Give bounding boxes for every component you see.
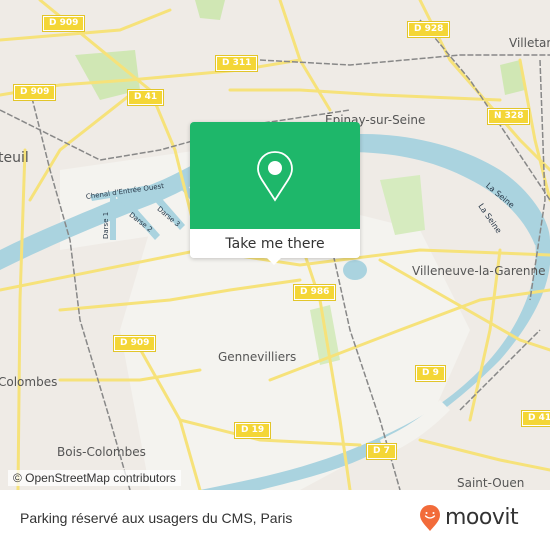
road-shield-n328: N 328 — [486, 108, 531, 125]
map-view[interactable]: teuil Épinay-sur-Seine Villetan Villeneu… — [0, 0, 550, 490]
road-shield-d909: D 909 — [12, 84, 57, 101]
map-pin-icon — [257, 151, 293, 202]
road-shield-d909: D 909 — [41, 15, 86, 32]
road-shield-d41: D 41 — [126, 89, 165, 106]
road-shield-d311: D 311 — [214, 55, 259, 72]
road-shield-d41: D 41 — [520, 410, 550, 427]
moovit-logo[interactable]: moovit — [419, 504, 519, 532]
water-label-darse1: Darse 1 — [102, 211, 110, 239]
popup-pointer — [267, 258, 281, 265]
road-shield-d986: D 986 — [292, 284, 337, 301]
location-popup: Take me there — [190, 122, 360, 265]
place-label-villeneuve: Villeneuve-la-Garenne — [412, 264, 546, 278]
road-shield-d7: D 7 — [366, 443, 397, 460]
footer: Parking réservé aux usagers du CMS, Pari… — [0, 490, 550, 550]
moovit-wordmark: moovit — [445, 505, 519, 530]
popup-header — [190, 122, 360, 229]
place-label-saint-ouen: Saint-Ouen — [457, 476, 525, 490]
road-shield-d928: D 928 — [406, 21, 451, 38]
map-attribution[interactable]: © OpenStreetMap contributors — [8, 470, 181, 486]
road-shield-d9: D 9 — [415, 365, 446, 382]
road-shield-d19: D 19 — [233, 422, 272, 439]
location-title: Parking réservé aux usagers du CMS, Pari… — [20, 510, 293, 526]
place-label-colombes: Colombes — [0, 375, 58, 389]
place-label-bois-colombes: Bois-Colombes — [57, 445, 146, 459]
road-shield-d909: D 909 — [112, 335, 157, 352]
place-label-gennevilliers: Gennevilliers — [218, 350, 297, 364]
place-label-argenteuil: teuil — [0, 150, 29, 166]
take-me-there-button[interactable]: Take me there — [190, 229, 360, 258]
place-label-villetaneuse: Villetan — [509, 36, 550, 50]
moovit-logo-icon — [420, 505, 440, 531]
